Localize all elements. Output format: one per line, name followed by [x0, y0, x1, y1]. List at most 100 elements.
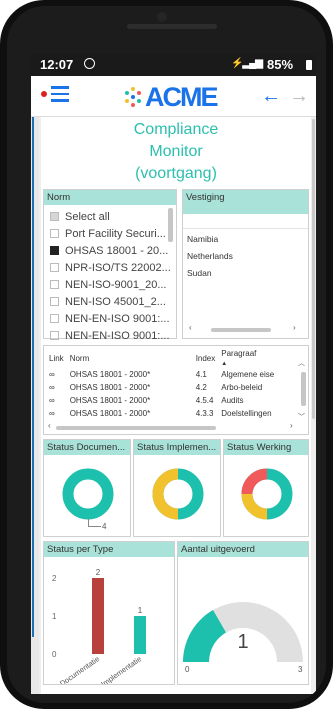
y-tick-label: 0 [52, 650, 57, 659]
y-tick-label: 2 [52, 574, 57, 583]
norm-scrollbar[interactable] [168, 208, 173, 242]
checkbox-icon[interactable] [50, 263, 59, 272]
bar[interactable] [134, 616, 146, 654]
donut-segment[interactable] [152, 468, 179, 495]
table-row[interactable]: ∞ OHSAS 18001 - 2000* 4.1 Algemene eise [46, 368, 277, 381]
paragraaf-cell: Arbo-beleid [221, 383, 263, 392]
gauge-title: Aantal uitgevoerd [178, 542, 308, 557]
vestiging-option[interactable]: Sudan [187, 268, 212, 278]
vestiging-option[interactable]: Netherlands [187, 251, 233, 261]
aantal-uitgevoerd-tile: Aantal uitgevoerd 1 0 3 [177, 541, 309, 685]
checkbox-icon[interactable] [50, 297, 59, 306]
norm-option[interactable]: Port Facility Securi... [50, 228, 166, 240]
forward-arrow-icon[interactable]: → [289, 85, 309, 108]
norm-option[interactable]: NEN-EN-ISO 9001:... [50, 313, 170, 325]
column-header[interactable]: Index [193, 348, 219, 368]
links-table: Link Norm Index Paragraaf ▲ ∞ OHSAS 18001… [46, 348, 277, 420]
table-row[interactable]: ∞ OHSAS 18001 - 2000* 4.5.4 Audits [46, 394, 277, 407]
status-per-type-tile: Status per Type 0 1 2 2 Documentatie 1 Impleme… [43, 541, 175, 685]
bar-chart-title: Status per Type [44, 542, 174, 557]
scroll-up-icon[interactable]: ︿ [298, 358, 305, 368]
battery-level: 85% [267, 57, 294, 72]
vestiging-slicer-header: Vestiging [183, 190, 308, 214]
logo-mark-icon [123, 87, 143, 107]
app-header: ACME ← → [31, 76, 316, 117]
status-implementatie-donut[interactable] [148, 464, 208, 524]
column-header[interactable]: Norm [67, 348, 193, 368]
gauge-max-label: 3 [298, 665, 303, 674]
link-icon[interactable]: ∞ [49, 383, 55, 392]
status-werking-donut[interactable] [237, 464, 297, 524]
status-documentatie-donut[interactable] [58, 464, 118, 524]
scroll-down-icon[interactable]: ﹀ [298, 412, 305, 422]
checkbox-icon[interactable] [50, 212, 59, 221]
status-werking-tile: Status Werking [223, 439, 309, 537]
donut-segment[interactable] [241, 493, 268, 520]
phone-body: 12:07 ⚡▂▄▆ 85% ACME ← → Compliance Monit… [7, 6, 326, 703]
bar-data-label: 1 [138, 606, 143, 615]
norm-option[interactable]: NEN-ISO-9001_20... [50, 279, 167, 291]
table-row[interactable]: ∞ OHSAS 18001 - 2000* 4.2 Arbo-beleid [46, 381, 277, 394]
bar-data-label: 2 [96, 568, 101, 577]
checkbox-icon[interactable] [50, 314, 59, 323]
norm-option[interactable]: NPR-ISO/TS 22002... [50, 262, 171, 274]
status-bar: 12:07 ⚡▂▄▆ 85% [31, 54, 316, 76]
x-category-label: Implementatie [99, 654, 143, 684]
checkbox-icon[interactable] [50, 229, 59, 238]
norm-slicer-header: Norm [44, 190, 176, 205]
norm-option[interactable]: NEN-EN-ISO 9001:... [50, 330, 170, 342]
vestiging-hscroll[interactable]: ‹ › [189, 323, 301, 333]
title-line-1: Compliance [133, 121, 219, 138]
norm-slicer: Norm Select all Port Facility Securi... … [43, 189, 177, 342]
index-cell: 4.3.3 [195, 409, 214, 418]
checkbox-icon[interactable] [50, 280, 59, 289]
norm-cell: OHSAS 18001 - 2000* [69, 383, 151, 392]
norm-cell: OHSAS 18001 - 2000* [69, 396, 151, 405]
status-documentatie-tile: Status Documen... 4 [43, 439, 131, 537]
norm-cell: OHSAS 18001 - 2000* [69, 409, 151, 418]
page-scrollbar[interactable] [312, 119, 315, 419]
link-icon[interactable]: ∞ [49, 396, 55, 405]
phone-frame: 12:07 ⚡▂▄▆ 85% ACME ← → Compliance Monit… [0, 0, 333, 709]
checkbox-icon[interactable] [50, 331, 59, 340]
vestiging-option[interactable]: Namibia [187, 234, 218, 244]
status-documentatie-header: Status Documen... [44, 440, 130, 455]
aantal-uitgevoerd-gauge: 1 0 3 [183, 602, 303, 674]
title-line-2: Monitor [149, 143, 203, 160]
notification-dot [41, 91, 47, 97]
report-page: Compliance Monitor (voortgang) Norm Sele… [41, 117, 311, 694]
donut-segment[interactable] [62, 468, 114, 520]
bar[interactable] [92, 578, 104, 654]
status-werking-header: Status Werking [224, 440, 308, 455]
column-header-sorted[interactable]: Paragraaf ▲ [218, 348, 277, 368]
table-row[interactable]: ∞ OHSAS 18001 - 2000* 4.3.3 Doelstelling… [46, 407, 277, 420]
acme-logo: ACME [123, 82, 233, 112]
index-cell: 4.1 [195, 370, 207, 379]
speaker-grille [127, 24, 217, 29]
link-icon[interactable]: ∞ [49, 409, 55, 418]
hamburger-menu-icon[interactable] [51, 86, 69, 104]
column-header[interactable]: Link [46, 348, 67, 368]
checkbox-icon[interactable] [50, 246, 59, 255]
signal-icon: ⚡▂▄▆ [231, 58, 263, 69]
paragraaf-cell: Audits [221, 396, 244, 405]
donut-data-label: 4 [102, 522, 107, 531]
screen: 12:07 ⚡▂▄▆ 85% ACME ← → Compliance Monit… [31, 54, 316, 694]
back-arrow-icon[interactable]: ← [261, 85, 281, 108]
donut-segment[interactable] [152, 493, 179, 520]
norm-option[interactable]: Select all [50, 211, 110, 223]
logo-text: ACME [145, 82, 218, 112]
donut-segment[interactable] [241, 468, 268, 495]
link-icon[interactable]: ∞ [49, 370, 55, 379]
norm-option[interactable]: NEN-ISO 45001_2... [50, 296, 166, 308]
table-vscroll[interactable] [301, 372, 306, 406]
report-left-rail [31, 117, 39, 694]
page-title: Compliance Monitor (voortgang) [41, 119, 311, 185]
gauge-min-label: 0 [185, 665, 190, 674]
title-line-3: (voortgang) [135, 165, 217, 182]
table-header-row: Link Norm Index Paragraaf ▲ [46, 348, 277, 368]
norm-option[interactable]: OHSAS 18001 - 20... [50, 245, 168, 257]
table-hscroll[interactable]: ‹ › [48, 421, 296, 432]
report-canvas: Compliance Monitor (voortgang) Norm Sele… [31, 117, 316, 694]
whatsapp-icon [84, 58, 95, 69]
